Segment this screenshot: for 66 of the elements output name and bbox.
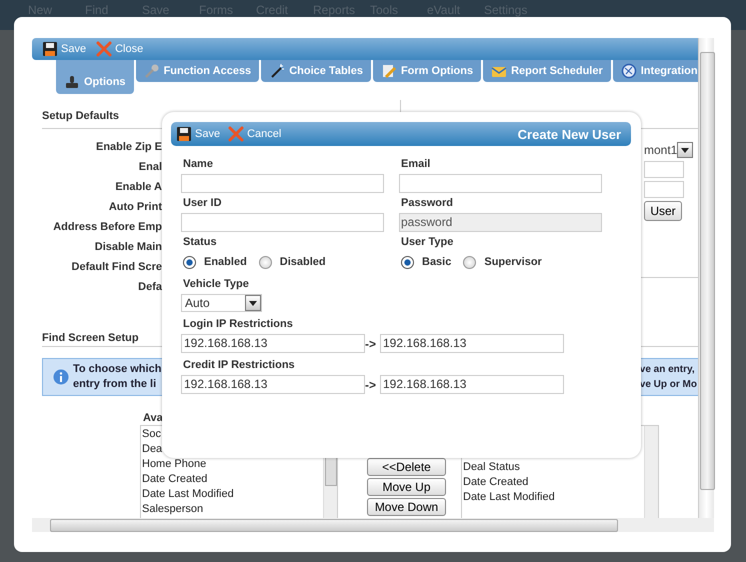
info-icon <box>53 369 69 385</box>
field-label: User ID <box>183 197 223 210</box>
info-text: To choose which <box>73 362 162 377</box>
list-item[interactable]: Date Last Modified <box>463 490 644 505</box>
dialog-title: Create New User <box>518 126 621 142</box>
radio-button[interactable] <box>463 256 476 268</box>
field-label: Credit IP Restrictions <box>183 359 296 372</box>
input-field[interactable] <box>644 161 684 178</box>
input-field[interactable] <box>181 174 384 193</box>
stamp-icon <box>64 74 80 90</box>
input-field[interactable]: 192.168.168.13 <box>181 375 365 394</box>
list-item[interactable]: Date Last Modified <box>142 487 323 502</box>
radio-label: Enabled <box>204 256 247 268</box>
field-label: Enable Zip E <box>96 140 162 155</box>
list-item[interactable]: Deal Status <box>463 460 644 475</box>
list-item[interactable]: Date Created <box>142 472 323 487</box>
list-item[interactable]: Salesperson <box>142 502 323 517</box>
field-label: Vehicle Type <box>183 278 250 291</box>
scrollbar[interactable] <box>32 518 714 532</box>
field-label: Address Before Emp <box>53 220 162 235</box>
info-text: entry from the li <box>73 377 158 392</box>
close-icon <box>96 41 112 57</box>
input-field[interactable] <box>181 213 384 232</box>
input-field[interactable]: 192.168.168.13 <box>380 375 564 394</box>
scrollbar[interactable] <box>644 426 658 518</box>
wand-icon <box>269 63 286 79</box>
list-button[interactable]: <<Delete <box>367 458 446 476</box>
dropdown[interactable]: Auto <box>181 294 262 312</box>
field-label: Enal <box>138 160 162 175</box>
radio-label: Supervisor <box>484 256 542 268</box>
range-arrow: -> <box>365 378 378 392</box>
input-field[interactable] <box>399 174 602 193</box>
input-field[interactable]: 192.168.168.13 <box>181 334 365 353</box>
field-label: Enable A <box>115 180 162 195</box>
list-item[interactable]: Home Phone <box>142 457 323 472</box>
input-field[interactable] <box>644 181 684 198</box>
field-label: Login IP Restrictions <box>183 318 294 331</box>
radio-label: Basic <box>422 256 452 268</box>
close-icon <box>228 126 244 142</box>
radio-button[interactable] <box>401 256 414 268</box>
field-label: Default Find Scre <box>72 260 162 275</box>
dropdown[interactable]: mont1 <box>644 142 694 158</box>
radio-button[interactable] <box>183 256 196 268</box>
floppy-icon <box>176 126 192 142</box>
input-field[interactable]: 192.168.168.13 <box>380 334 564 353</box>
list-button[interactable]: Move Down <box>367 498 446 516</box>
caret-icon <box>249 300 257 306</box>
list-button[interactable]: Move Up <box>367 478 446 496</box>
list-heading: Ava <box>143 412 164 425</box>
floppy-icon <box>42 41 58 57</box>
field-label: Status <box>183 236 218 249</box>
field-label: Email <box>401 158 432 171</box>
field-label: Defa <box>138 280 162 295</box>
user-button[interactable]: User <box>644 201 682 221</box>
field-label: Disable Main <box>94 240 162 255</box>
field-label: Name <box>183 158 214 171</box>
list-item[interactable]: Date Created <box>463 475 644 490</box>
field-label: Auto Print <box>108 200 162 215</box>
pencil-icon <box>380 63 397 79</box>
scrollbar[interactable] <box>698 38 714 518</box>
field-label: Password <box>401 197 454 210</box>
caret-icon <box>681 148 690 152</box>
radio-label: Disabled <box>280 256 326 268</box>
radio-button[interactable] <box>258 256 272 268</box>
field-label: User Type <box>401 236 454 249</box>
key-icon <box>144 63 160 79</box>
